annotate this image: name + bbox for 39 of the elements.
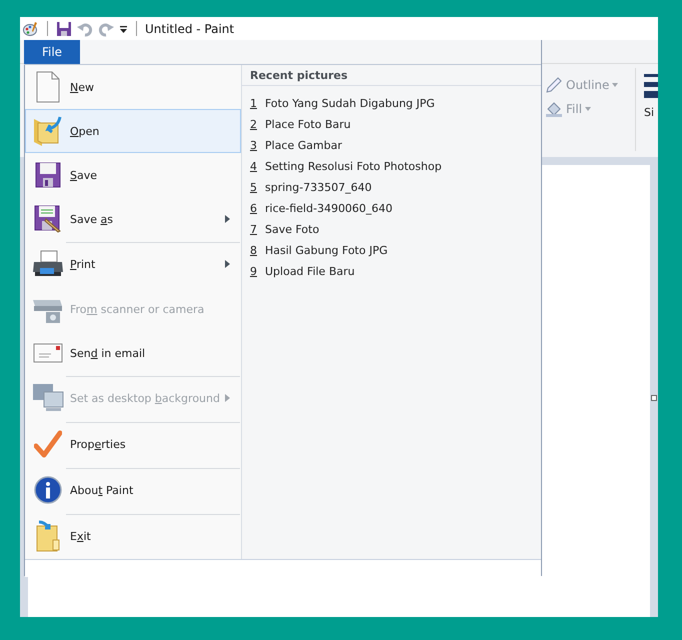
submenu-arrow-icon: [225, 260, 230, 268]
folder-arrow-icon: [32, 115, 64, 147]
resize-handle[interactable]: [651, 395, 657, 401]
menu-item[interactable]: Save: [25, 153, 241, 197]
recent-file-item[interactable]: 1 Foto Yang Sudah Digabung JPG: [242, 93, 541, 114]
menu-item[interactable]: Open: [25, 109, 241, 153]
menu-item[interactable]: Save as: [25, 197, 241, 241]
recent-file-item[interactable]: 8 Hasil Gabung Foto JPG: [242, 240, 541, 261]
exit-door-icon: [35, 520, 61, 552]
monitors-icon: [32, 383, 64, 413]
menu-item[interactable]: Send in email: [25, 331, 241, 375]
caret-icon: [612, 83, 618, 87]
size-label: Si: [644, 106, 654, 119]
paint-palette-icon[interactable]: [23, 20, 39, 36]
blank-page-icon: [36, 71, 60, 103]
caret-icon: [585, 107, 592, 111]
submenu-arrow-icon: [225, 215, 230, 223]
floppy-disk-pencil-icon: [34, 205, 62, 233]
recent-file-item[interactable]: 6 rice-field-3490060_640: [242, 198, 541, 219]
recent-file-item[interactable]: 7 Save Foto: [242, 219, 541, 240]
info-icon: [34, 476, 62, 504]
recent-file-item[interactable]: 4 Setting Resolusi Foto Photoshop: [242, 156, 541, 177]
menu-item[interactable]: New: [25, 65, 241, 109]
recent-file-item[interactable]: 2 Place Foto Baru: [242, 114, 541, 135]
customize-dropdown-icon[interactable]: [119, 24, 128, 34]
envelope-icon: [33, 343, 63, 363]
recent-pictures-heading: Recent pictures: [242, 65, 541, 86]
recent-file-item[interactable]: 5 spring-733507_640: [242, 177, 541, 198]
checkmark-icon: [34, 430, 62, 458]
file-tab[interactable]: File: [24, 40, 80, 64]
pencil-icon: [545, 76, 563, 94]
printer-icon: [32, 250, 64, 278]
submenu-arrow-icon: [225, 394, 230, 402]
line-size-icon: [644, 74, 658, 98]
recent-file-item[interactable]: 3 Place Gambar: [242, 135, 541, 156]
save-icon[interactable]: [56, 20, 72, 36]
paint-bucket-icon: [545, 100, 563, 118]
window-title: Untitled - Paint: [145, 22, 234, 36]
recent-file-item[interactable]: 9 Upload File Baru: [242, 261, 541, 282]
